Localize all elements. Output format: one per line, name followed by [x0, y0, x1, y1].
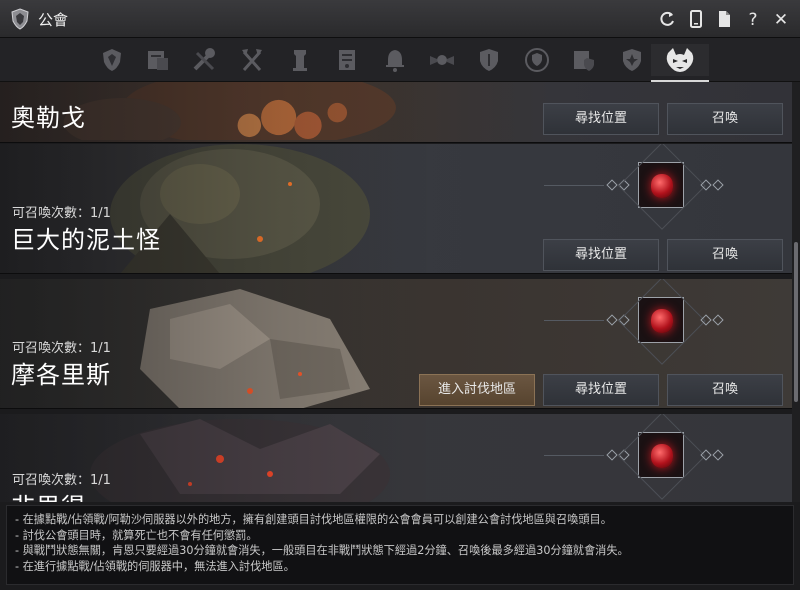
scrollbar-thumb[interactable] [794, 242, 798, 402]
note-line: - 在進行據點戰/佔領戰的伺服器中，無法進入討伐地區。 [15, 559, 295, 573]
boss-name: 非里得 [11, 487, 86, 502]
document-icon[interactable] [713, 9, 735, 31]
boss-card: 可召喚次數：1/1 非里得 [0, 414, 792, 502]
note-line: - 與戰鬥狀態無關，肯恩只要經過30分鐘就會消失，一般頭目在非戰鬥狀態下經過2分… [15, 544, 629, 557]
category-tab-bar [0, 38, 800, 82]
info-notes-panel: - 在據點戰/佔領戰/阿勒沙伺服器以外的地方，擁有創建頭目討伐地區權限的公會會員… [6, 505, 794, 585]
help-icon[interactable]: ? [742, 9, 764, 31]
boss-name: 奧勒戈 [11, 104, 86, 132]
gem-frame [638, 432, 684, 478]
tower-icon[interactable] [284, 44, 316, 76]
close-icon[interactable]: ✕ [770, 9, 792, 31]
summon-button[interactable]: 召喚 [667, 374, 783, 406]
find-location-button[interactable]: 尋找位置 [543, 103, 659, 135]
summon-button[interactable]: 召喚 [667, 239, 783, 271]
red-gem-icon [651, 444, 673, 468]
round-shield-icon[interactable] [521, 44, 553, 76]
gem-frame [638, 162, 684, 208]
boss-name: 摩各里斯 [11, 361, 111, 389]
refresh-icon[interactable] [656, 9, 678, 31]
summon-gem-slot [540, 291, 724, 351]
winged-emblem-icon[interactable] [426, 44, 458, 76]
boss-card: 奧勒戈 尋找位置 召喚 [0, 82, 792, 143]
summon-count-label: 可召喚次數：1/1 [12, 206, 111, 221]
guild-crest-icon[interactable] [96, 44, 128, 76]
shield-icon[interactable] [473, 44, 505, 76]
summon-gem-slot [540, 426, 724, 486]
title-bar: 公會 ? ✕ [0, 0, 800, 38]
fleur-shield-icon[interactable] [616, 44, 648, 76]
summon-button[interactable]: 召喚 [667, 103, 783, 135]
red-gem-icon [651, 309, 673, 333]
document-shield-icon[interactable] [568, 44, 600, 76]
window-title: 公會 [38, 11, 69, 29]
demon-mask-icon[interactable] [651, 44, 709, 82]
summon-count-label: 可召喚次數：1/1 [12, 473, 111, 488]
boss-list: 奧勒戈 尋找位置 召喚 可召喚次數：1/1 巨大的泥土怪 尋找位置 召喚 可召喚… [0, 82, 792, 502]
bell-icon[interactable] [379, 44, 411, 76]
crossed-tools-icon[interactable] [188, 44, 220, 76]
notice-board-icon[interactable] [142, 44, 174, 76]
phone-icon[interactable] [685, 9, 707, 31]
crossed-axes-icon[interactable] [236, 44, 268, 76]
guild-emblem-icon [11, 8, 29, 30]
summon-count-label: 可召喚次數：1/1 [12, 341, 111, 356]
boss-name: 巨大的泥土怪 [11, 226, 161, 254]
find-location-button[interactable]: 尋找位置 [543, 239, 659, 271]
boss-card: 可召喚次數：1/1 摩各里斯 進入討伐地區 尋找位置 召喚 [0, 279, 792, 409]
summon-gem-slot [540, 156, 724, 216]
find-location-button[interactable]: 尋找位置 [543, 374, 659, 406]
boss-card: 可召喚次數：1/1 巨大的泥土怪 尋找位置 召喚 [0, 144, 792, 274]
note-line: - 討伐公會頭目時，就算死亡也不會有任何懲罰。 [15, 528, 258, 542]
scroll-icon[interactable] [331, 44, 363, 76]
list-scrollbar[interactable] [792, 82, 800, 502]
gem-frame [638, 297, 684, 343]
red-gem-icon [651, 174, 673, 198]
note-line: - 在據點戰/佔領戰/阿勒沙伺服器以外的地方，擁有創建頭目討伐地區權限的公會會員… [15, 513, 612, 526]
enter-raid-area-button[interactable]: 進入討伐地區 [419, 374, 535, 406]
